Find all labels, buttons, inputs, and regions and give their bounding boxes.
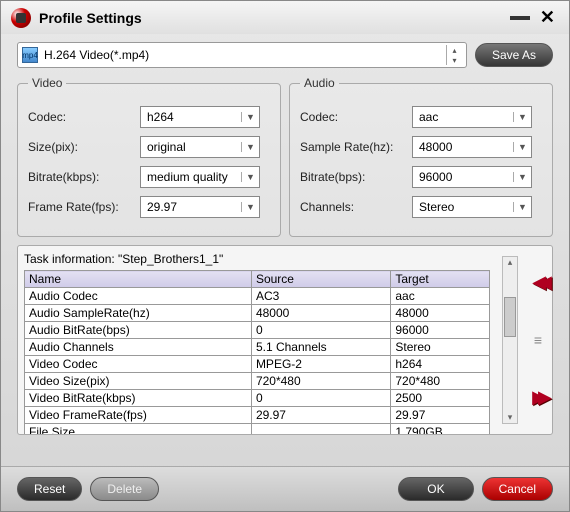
audio-panel: Audio Codec:aac▼ Sample Rate(hz):48000▼ … bbox=[289, 76, 553, 237]
app-icon bbox=[11, 8, 31, 28]
profile-select[interactable]: mp4 H.264 Video(*.mp4) ▴▾ bbox=[17, 42, 467, 68]
table-row[interactable]: Audio Channels5.1 ChannelsStereo bbox=[25, 339, 490, 356]
audio-samplerate-label: Sample Rate(hz): bbox=[300, 140, 412, 154]
scrollbar[interactable] bbox=[502, 256, 518, 424]
cell bbox=[251, 424, 390, 435]
video-framerate-select[interactable]: 29.97▼ bbox=[140, 196, 260, 218]
cell: 48000 bbox=[391, 305, 490, 322]
cell: 1.790GB bbox=[391, 424, 490, 435]
save-as-button[interactable]: Save As bbox=[475, 43, 553, 67]
cell: 0 bbox=[251, 390, 390, 407]
cell: Video Codec bbox=[25, 356, 252, 373]
video-size-select[interactable]: original▼ bbox=[140, 136, 260, 158]
profile-select-value: H.264 Video(*.mp4) bbox=[44, 48, 446, 62]
cell: Video FrameRate(fps) bbox=[25, 407, 252, 424]
table-row[interactable]: Video FrameRate(fps)29.9729.97 bbox=[25, 407, 490, 424]
cell: Audio Channels bbox=[25, 339, 252, 356]
window-title: Profile Settings bbox=[39, 10, 504, 26]
cell: 720*480 bbox=[391, 373, 490, 390]
cell: 5.1 Channels bbox=[251, 339, 390, 356]
chevron-up-icon[interactable]: ▴ bbox=[446, 45, 462, 55]
cell: 29.97 bbox=[251, 407, 390, 424]
video-panel: Video Codec:h264▼ Size(pix):original▼ Bi… bbox=[17, 76, 281, 237]
chevron-down-icon: ▼ bbox=[241, 202, 259, 212]
cell: 0 bbox=[251, 322, 390, 339]
prev-task-button[interactable]: ◀◀ bbox=[532, 272, 544, 293]
audio-legend: Audio bbox=[300, 76, 339, 90]
audio-bitrate-label: Bitrate(bps): bbox=[300, 170, 412, 184]
title-bar: Profile Settings ✕ bbox=[1, 1, 569, 34]
cell: h264 bbox=[391, 356, 490, 373]
drag-handle-icon[interactable]: ≡ bbox=[534, 332, 542, 348]
cell: 29.97 bbox=[391, 407, 490, 424]
audio-samplerate-select[interactable]: 48000▼ bbox=[412, 136, 532, 158]
col-source[interactable]: Source bbox=[251, 271, 390, 288]
chevron-down-icon: ▼ bbox=[241, 172, 259, 182]
audio-codec-select[interactable]: aac▼ bbox=[412, 106, 532, 128]
video-legend: Video bbox=[28, 76, 66, 90]
cell: Audio Codec bbox=[25, 288, 252, 305]
chevron-down-icon: ▼ bbox=[241, 112, 259, 122]
cell: Audio SampleRate(hz) bbox=[25, 305, 252, 322]
video-codec-select[interactable]: h264▼ bbox=[140, 106, 260, 128]
chevron-down-icon: ▼ bbox=[513, 112, 531, 122]
task-info-label: Task information: "Step_Brothers1_1" bbox=[24, 252, 490, 266]
video-bitrate-select[interactable]: medium quality▼ bbox=[140, 166, 260, 188]
cell: MPEG-2 bbox=[251, 356, 390, 373]
table-row[interactable]: Audio SampleRate(hz)4800048000 bbox=[25, 305, 490, 322]
footer: Reset Delete OK Cancel bbox=[1, 466, 569, 511]
cancel-button[interactable]: Cancel bbox=[482, 477, 553, 501]
cell: File Size bbox=[25, 424, 252, 435]
cell: 48000 bbox=[251, 305, 390, 322]
delete-button[interactable]: Delete bbox=[90, 477, 159, 501]
reset-button[interactable]: Reset bbox=[17, 477, 82, 501]
video-codec-label: Codec: bbox=[28, 110, 140, 124]
cell: 2500 bbox=[391, 390, 490, 407]
cell: 96000 bbox=[391, 322, 490, 339]
cell: AC3 bbox=[251, 288, 390, 305]
scroll-thumb[interactable] bbox=[504, 297, 516, 337]
mp4-icon: mp4 bbox=[22, 47, 38, 63]
ok-button[interactable]: OK bbox=[398, 477, 473, 501]
table-row[interactable]: File Size 1.790GB bbox=[25, 424, 490, 435]
cell: Video Size(pix) bbox=[25, 373, 252, 390]
col-target[interactable]: Target bbox=[391, 271, 490, 288]
table-row[interactable]: Audio BitRate(bps)096000 bbox=[25, 322, 490, 339]
table-row[interactable]: Audio CodecAC3aac bbox=[25, 288, 490, 305]
cell: Audio BitRate(bps) bbox=[25, 322, 252, 339]
cell: Stereo bbox=[391, 339, 490, 356]
col-name[interactable]: Name bbox=[25, 271, 252, 288]
audio-codec-label: Codec: bbox=[300, 110, 412, 124]
task-info-panel: Task information: "Step_Brothers1_1" Nam… bbox=[17, 245, 553, 435]
chevron-down-icon: ▼ bbox=[241, 142, 259, 152]
audio-channels-select[interactable]: Stereo▼ bbox=[412, 196, 532, 218]
chevron-down-icon: ▼ bbox=[513, 142, 531, 152]
video-framerate-label: Frame Rate(fps): bbox=[28, 200, 140, 214]
minimize-button[interactable] bbox=[510, 16, 530, 20]
audio-bitrate-select[interactable]: 96000▼ bbox=[412, 166, 532, 188]
cell: 720*480 bbox=[251, 373, 390, 390]
chevron-down-icon: ▼ bbox=[513, 172, 531, 182]
table-row[interactable]: Video Size(pix)720*480720*480 bbox=[25, 373, 490, 390]
chevron-down-icon: ▼ bbox=[513, 202, 531, 212]
video-size-label: Size(pix): bbox=[28, 140, 140, 154]
cell: aac bbox=[391, 288, 490, 305]
table-row[interactable]: Video CodecMPEG-2h264 bbox=[25, 356, 490, 373]
audio-channels-label: Channels: bbox=[300, 200, 412, 214]
chevron-down-icon[interactable]: ▾ bbox=[446, 55, 462, 65]
video-bitrate-label: Bitrate(kbps): bbox=[28, 170, 140, 184]
next-task-button[interactable]: ▶▶ bbox=[532, 387, 544, 408]
cell: Video BitRate(kbps) bbox=[25, 390, 252, 407]
close-button[interactable]: ✕ bbox=[536, 7, 559, 28]
task-table: Name Source Target Audio CodecAC3aacAudi… bbox=[24, 270, 490, 434]
table-row[interactable]: Video BitRate(kbps)02500 bbox=[25, 390, 490, 407]
